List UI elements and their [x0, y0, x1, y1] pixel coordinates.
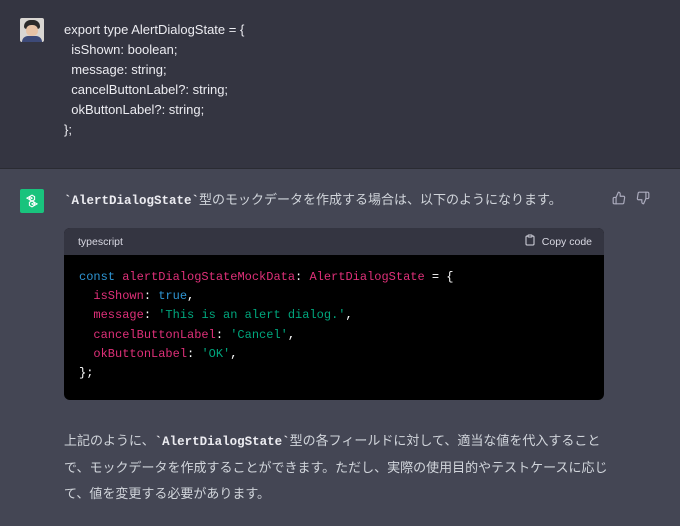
user-avatar: [20, 18, 44, 42]
user-message-line: export type AlertDialogState = {: [64, 22, 245, 37]
code-block: typescript Copy code const alertDialogSt…: [64, 228, 604, 400]
code-string: 'OK': [201, 346, 231, 361]
code-keyword: const: [79, 270, 116, 284]
chatgpt-logo-icon: [20, 189, 44, 213]
copy-code-label: Copy code: [541, 235, 592, 248]
code-punctuation: };: [79, 366, 94, 381]
code-content: const alertDialogStateMockData: AlertDia…: [64, 255, 604, 396]
code-line: cancelButtonLabel: 'Cancel',: [93, 327, 296, 342]
code-line: const alertDialogStateMockData: AlertDia…: [79, 268, 589, 287]
code-variable: alertDialogStateMockData: [122, 270, 296, 284]
code-line: };: [79, 364, 589, 383]
thumbs-down-icon[interactable]: [636, 191, 650, 205]
assistant-intro: `AlertDialogState`型のモックデータを作成する場合は、以下のよう…: [64, 189, 562, 212]
feedback-buttons: [612, 191, 650, 205]
code-key: okButtonLabel: [93, 346, 188, 361]
user-message-line: isShown: boolean;: [64, 42, 178, 57]
user-message: export type AlertDialogState = { isShown…: [0, 0, 680, 169]
user-message-line: okButtonLabel?: string;: [64, 102, 205, 117]
code-line: message: 'This is an alert dialog.',: [93, 308, 353, 323]
code-key: message: [93, 308, 144, 323]
inline-code: `AlertDialogState`: [64, 194, 200, 208]
code-key: isShown: [93, 289, 144, 304]
user-message-text: export type AlertDialogState = { isShown…: [64, 20, 244, 140]
code-string: 'This is an alert dialog.': [158, 308, 346, 323]
code-colon: :: [295, 270, 303, 284]
outro-text-pre: 上記のように、: [64, 433, 155, 448]
assistant-outro: 上記のように、`AlertDialogState`型の各フィールドに対して、適当…: [64, 428, 612, 507]
code-key: cancelButtonLabel: [93, 327, 216, 342]
code-line: okButtonLabel: 'OK',: [93, 346, 238, 361]
user-message-line: cancelButtonLabel?: string;: [64, 82, 229, 97]
intro-text: 型のモックデータを作成する場合は、以下のようになります。: [199, 192, 562, 207]
code-block-header: typescript Copy code: [64, 228, 604, 255]
clipboard-icon: [524, 234, 536, 249]
code-punctuation: = {: [424, 270, 454, 284]
code-line: isShown: true,: [93, 289, 195, 304]
copy-code-button[interactable]: Copy code: [524, 234, 592, 249]
code-string: 'Cancel': [230, 327, 288, 342]
code-value: true: [158, 289, 188, 304]
code-type: AlertDialogState: [309, 270, 425, 284]
code-language-label: typescript: [78, 235, 123, 248]
thumbs-up-icon[interactable]: [612, 191, 626, 205]
user-message-line: message: string;: [64, 62, 167, 77]
user-message-line: };: [64, 122, 72, 137]
inline-code: `AlertDialogState`: [154, 435, 290, 449]
